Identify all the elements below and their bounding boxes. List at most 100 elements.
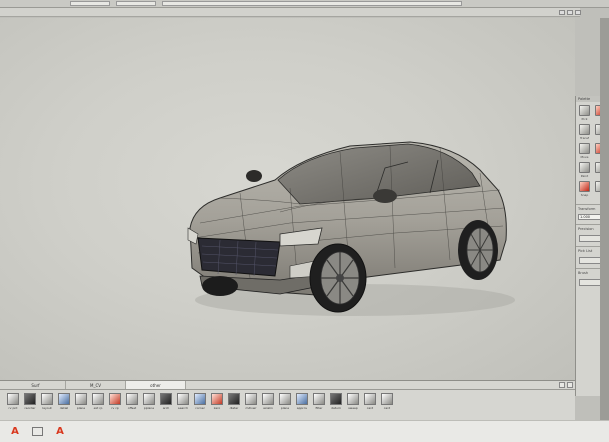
sweep-icon <box>347 393 359 405</box>
car-3d-model[interactable] <box>180 128 515 323</box>
autodesk-alias-icon-2[interactable]: A <box>53 425 67 439</box>
tab-m-cv[interactable]: M_CV <box>66 381 126 389</box>
minimize-button[interactable] <box>559 10 565 15</box>
shelf-panel: Surf M_CV other rv pnt reorder layout detai… <box>0 380 575 420</box>
axis-icon <box>262 393 274 405</box>
shelf-tool-10[interactable]: search <box>176 393 190 410</box>
shelf-tool-label: mdlvwr <box>245 406 257 410</box>
grid-icon <box>24 393 36 405</box>
shelf-tool-label: ext rp <box>93 406 103 410</box>
palette-tool-snap[interactable]: Snap <box>578 181 591 197</box>
maximize-button[interactable] <box>567 10 573 15</box>
shelf-tool-8[interactable]: pplane <box>142 393 156 410</box>
shelf-tool-label: datum <box>331 406 341 410</box>
shelf-tool-13[interactable]: dleter <box>227 393 241 410</box>
delete-icon <box>228 393 240 405</box>
palette-tool-move[interactable]: Move <box>578 143 591 159</box>
shelf-tabs: Surf M_CV other <box>0 381 575 390</box>
close-button[interactable] <box>575 10 581 15</box>
layout-icon <box>41 393 53 405</box>
screen-bezel <box>600 18 609 420</box>
arc-icon <box>160 393 172 405</box>
pick-icon <box>579 105 590 116</box>
shelf-tool-3[interactable]: detail <box>57 393 71 410</box>
offset-icon <box>126 393 138 405</box>
plane-icon <box>279 393 291 405</box>
shelf-tool-label: filter <box>315 406 323 410</box>
shelf-tool-label: card <box>383 406 391 410</box>
shelf-tool-9[interactable]: arch <box>159 393 173 410</box>
shelf-tool-4[interactable]: plane <box>74 393 88 410</box>
curve-icon <box>92 393 104 405</box>
snap-icon <box>579 181 590 192</box>
palette-tool-pick[interactable]: Pick <box>578 105 591 121</box>
shelf-tool-2[interactable]: layout <box>40 393 54 410</box>
revolve-icon <box>7 393 19 405</box>
shelf-tool-label: corner <box>195 406 205 410</box>
card-icon <box>381 393 393 405</box>
zero-icon <box>211 393 223 405</box>
shelf-close-button[interactable] <box>567 382 573 388</box>
approve-icon <box>296 393 308 405</box>
shelf-tool-21[interactable]: card <box>363 393 377 410</box>
shelf-tool-label: rv pnt <box>8 406 18 410</box>
datum-icon <box>330 393 342 405</box>
top-field-1[interactable] <box>70 1 110 6</box>
tab-other[interactable]: other <box>126 381 186 389</box>
shelf-tool-label: card <box>366 406 374 410</box>
shelf-tool-label: approv <box>296 406 308 410</box>
window-controls <box>559 10 581 15</box>
shelf-tool-label: offset <box>127 406 137 410</box>
perspective-viewport[interactable] <box>0 18 575 380</box>
shelf-tools: rv pnt reorder layout detail plane ext rp rv c… <box>0 390 575 410</box>
shelf-tool-5[interactable]: ext rp <box>91 393 105 410</box>
paint-icon <box>579 162 590 173</box>
shelf-tool-label: search <box>178 406 188 410</box>
shelf-tool-20[interactable]: sweep <box>346 393 360 410</box>
shelf-tool-label: rv cp <box>111 406 119 410</box>
shelf-tool-6[interactable]: rv cp <box>108 393 122 410</box>
shelf-tool-15[interactable]: axialin <box>261 393 275 410</box>
shelf-tool-7[interactable]: offset <box>125 393 139 410</box>
palette-tool-transform[interactable]: Transf <box>578 124 591 140</box>
palette-tool-paint[interactable]: Paint <box>578 162 591 178</box>
filter-icon <box>313 393 325 405</box>
autodesk-alias-icon[interactable]: A <box>8 425 22 439</box>
shelf-tool-11[interactable]: corner <box>193 393 207 410</box>
shelf-tool-label: axialin <box>263 406 273 410</box>
window-icon[interactable] <box>32 427 43 436</box>
top-field-3[interactable] <box>162 1 462 6</box>
shelf-tool-0[interactable]: rv pnt <box>6 393 20 410</box>
shelf-tool-1[interactable]: reorder <box>23 393 37 410</box>
shelf-tool-label: plane <box>76 406 86 410</box>
top-field-2[interactable] <box>116 1 156 6</box>
shelf-tool-label: reorder <box>24 406 36 410</box>
detail-icon <box>58 393 70 405</box>
corner-icon <box>194 393 206 405</box>
shelf-tool-19[interactable]: datum <box>329 393 343 410</box>
shelf-tool-16[interactable]: plane <box>278 393 292 410</box>
shelf-tool-label: layout <box>42 406 52 410</box>
card-icon <box>364 393 376 405</box>
move-icon <box>579 143 590 154</box>
shelf-controls <box>559 382 573 388</box>
plane-icon <box>143 393 155 405</box>
shelf-tool-22[interactable]: card <box>380 393 394 410</box>
shelf-tool-label: sweep <box>348 406 358 410</box>
tab-surf[interactable]: Surf <box>6 381 66 389</box>
modelview-icon <box>245 393 257 405</box>
shelf-tool-14[interactable]: mdlvwr <box>244 393 258 410</box>
shelf-tool-12[interactable]: zero <box>210 393 224 410</box>
shelf-tool-label: arch <box>162 406 170 410</box>
transform-icon <box>579 124 590 135</box>
shelf-tool-label: zero <box>213 406 221 410</box>
shelf-tool-18[interactable]: filter <box>312 393 326 410</box>
shelf-tool-label: pplane <box>143 406 155 410</box>
shelf-tool-label: detail <box>59 406 69 410</box>
plane-icon <box>75 393 87 405</box>
top-toolbar <box>0 0 609 8</box>
shelf-tool-17[interactable]: approv <box>295 393 309 410</box>
search-icon <box>177 393 189 405</box>
window-title <box>0 8 580 17</box>
shelf-menu-button[interactable] <box>559 382 565 388</box>
